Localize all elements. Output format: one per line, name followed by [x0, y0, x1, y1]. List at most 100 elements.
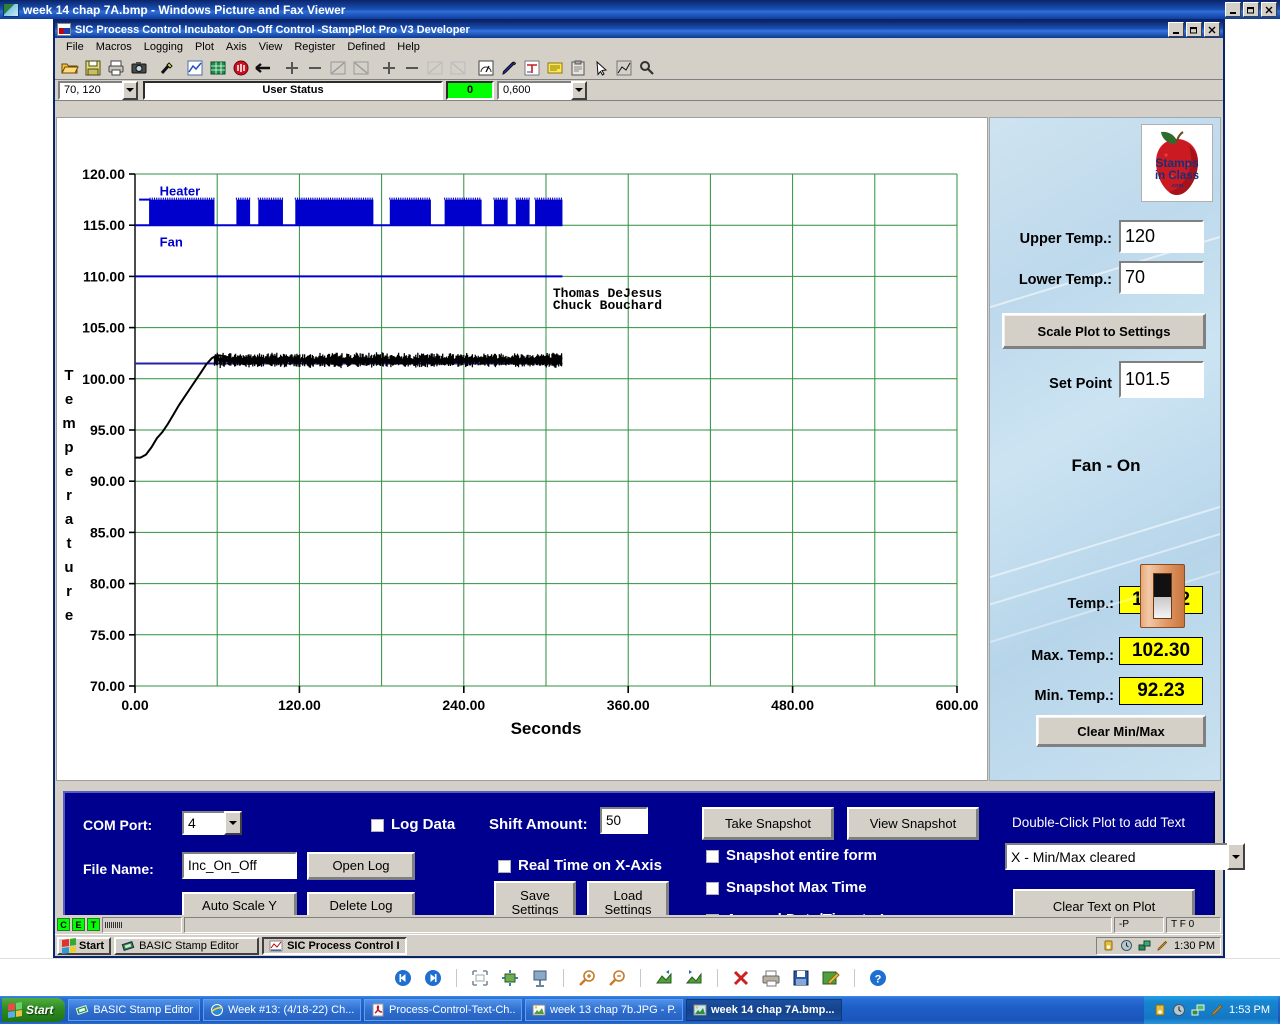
file-name-input[interactable]: Inc_On_Off: [182, 852, 297, 879]
y-shift-up-icon[interactable]: [327, 57, 349, 78]
previous-image-button[interactable]: [391, 966, 415, 990]
desktop-task-week-13-page[interactable]: Week #13: (4/18-22) Ch...: [203, 999, 361, 1021]
pointer-icon[interactable]: [590, 57, 612, 78]
y-shift-down-icon[interactable]: [350, 57, 372, 78]
chevron-down-icon[interactable]: [1227, 843, 1245, 870]
open-file-icon[interactable]: [59, 57, 81, 78]
inner-task-basic-stamp-editor[interactable]: BASIC Stamp Editor: [114, 936, 260, 955]
menu-item-defined[interactable]: Defined: [341, 40, 391, 54]
x-shift-right-icon[interactable]: [447, 57, 469, 78]
close-icon[interactable]: [1204, 22, 1220, 37]
wand-icon[interactable]: [156, 57, 178, 78]
volume-icon[interactable]: [1153, 1003, 1167, 1017]
print-button[interactable]: [759, 966, 783, 990]
menu-item-plot[interactable]: Plot: [189, 40, 220, 54]
chevron-down-icon[interactable]: [224, 811, 242, 835]
menu-item-file[interactable]: File: [60, 40, 90, 54]
menu-item-help[interactable]: Help: [391, 40, 426, 54]
restore-icon[interactable]: [1243, 2, 1259, 17]
clear-minmax-button[interactable]: Clear Min/Max: [1036, 715, 1206, 747]
save-file-icon[interactable]: [82, 57, 104, 78]
volume-icon[interactable]: [1102, 939, 1116, 953]
edit-image-button[interactable]: [819, 966, 843, 990]
chevron-down-icon[interactable]: [571, 80, 587, 100]
actual-size-button[interactable]: [498, 966, 522, 990]
pen-icon[interactable]: [498, 57, 520, 78]
plot-config-icon[interactable]: [184, 57, 206, 78]
chevron-down-icon[interactable]: [122, 80, 138, 100]
best-fit-button[interactable]: [468, 966, 492, 990]
inner-start-button[interactable]: Start: [57, 936, 112, 955]
desktop-task-process-control-text[interactable]: Process-Control-Text-Ch...: [364, 999, 522, 1021]
restore-icon[interactable]: [1186, 22, 1202, 37]
menu-item-register[interactable]: Register: [288, 40, 341, 54]
set-point-input[interactable]: 101.5: [1119, 361, 1204, 398]
open-log-button[interactable]: Open Log: [307, 852, 415, 880]
y-zoom-in-icon[interactable]: [281, 57, 303, 78]
trend-icon[interactable]: [613, 57, 635, 78]
close-icon[interactable]: [1261, 2, 1277, 17]
clipboard-icon[interactable]: [567, 57, 589, 78]
x-zoom-in-icon[interactable]: [378, 57, 400, 78]
rotate-clockwise-button[interactable]: [652, 966, 676, 990]
com-port-select[interactable]: 4: [182, 811, 242, 835]
desktop-task-week-14-bmp[interactable]: week 14 chap 7A.bmp...: [686, 999, 842, 1021]
real-time-checkbox[interactable]: [498, 860, 511, 873]
shift-amount-input[interactable]: 50: [600, 807, 648, 834]
camera-icon[interactable]: [128, 57, 150, 78]
toggle-switch-icon[interactable]: [1140, 564, 1185, 628]
take-snapshot-button[interactable]: Take Snapshot: [702, 807, 834, 840]
stop-icon[interactable]: [230, 57, 252, 78]
analog-meter-icon[interactable]: [475, 57, 497, 78]
upper-temp-input[interactable]: 120: [1119, 220, 1204, 253]
inner-task-sic-process-control[interactable]: SIC Process Control I...: [262, 936, 408, 955]
x-shift-left-icon[interactable]: [424, 57, 446, 78]
desktop-task-week-13-jpg[interactable]: week 13 chap 7b.JPG - P...: [525, 999, 683, 1021]
text-icon[interactable]: [521, 57, 543, 78]
rotate-counterclockwise-button[interactable]: [682, 966, 706, 990]
minimize-icon[interactable]: [1168, 22, 1184, 37]
y-zoom-out-icon[interactable]: [304, 57, 326, 78]
log-data-checkbox[interactable]: [371, 819, 384, 832]
lower-temp-input[interactable]: 70: [1119, 261, 1204, 294]
copy-to-button[interactable]: [789, 966, 813, 990]
zoom-out-button[interactable]: [605, 966, 629, 990]
user-status-field[interactable]: User Status: [143, 80, 443, 100]
delete-button[interactable]: [729, 966, 753, 990]
start-slideshow-button[interactable]: [528, 966, 552, 990]
zoom-in-button[interactable]: [575, 966, 599, 990]
desktop-task-basic-stamp-editor[interactable]: BASIC Stamp Editor: [68, 999, 200, 1021]
snapshot-form-checkbox[interactable]: [706, 850, 719, 863]
pencil-icon[interactable]: [1156, 939, 1170, 953]
plot-text-select[interactable]: X - Min/Max cleared: [1005, 843, 1245, 870]
plot-area[interactable]: 120.00 115.00 110.00 105.00 100.00 95.00 90.00…: [56, 117, 988, 781]
next-image-button[interactable]: [421, 966, 445, 990]
x-zoom-out-icon[interactable]: [401, 57, 423, 78]
clock-icon[interactable]: [1172, 1003, 1186, 1017]
y-tick-label: 70.00: [90, 678, 125, 694]
view-snapshot-button[interactable]: View Snapshot: [847, 807, 979, 840]
clock-icon[interactable]: [1120, 939, 1134, 953]
spreadsheet-icon[interactable]: [207, 57, 229, 78]
help-button[interactable]: ?: [866, 966, 890, 990]
minimize-icon[interactable]: [1225, 2, 1241, 17]
network-icon[interactable]: [1138, 939, 1152, 953]
network-icon[interactable]: [1191, 1003, 1205, 1017]
menu-item-macros[interactable]: Macros: [90, 40, 138, 54]
settings-icon[interactable]: [636, 57, 658, 78]
notes-icon[interactable]: [544, 57, 566, 78]
menu-item-axis[interactable]: Axis: [220, 40, 253, 54]
print-icon[interactable]: [105, 57, 127, 78]
menu-item-view[interactable]: View: [253, 40, 289, 54]
double-click-hint: Double-Click Plot to add Text: [1012, 815, 1186, 830]
menu-item-logging[interactable]: Logging: [138, 40, 189, 54]
load-settings-line1: Load: [613, 888, 643, 904]
pencil-icon[interactable]: [1210, 1003, 1224, 1017]
scale-plot-button[interactable]: Scale Plot to Settings: [1002, 313, 1206, 349]
desktop-start-button[interactable]: Start: [2, 998, 66, 1022]
inner-task-label: BASIC Stamp Editor: [139, 939, 239, 952]
range-combo[interactable]: 70, 120: [58, 80, 140, 100]
back-arrow-icon[interactable]: [253, 57, 275, 78]
x-range-combo[interactable]: 0,600: [497, 80, 589, 100]
snapshot-max-checkbox[interactable]: [706, 882, 719, 895]
